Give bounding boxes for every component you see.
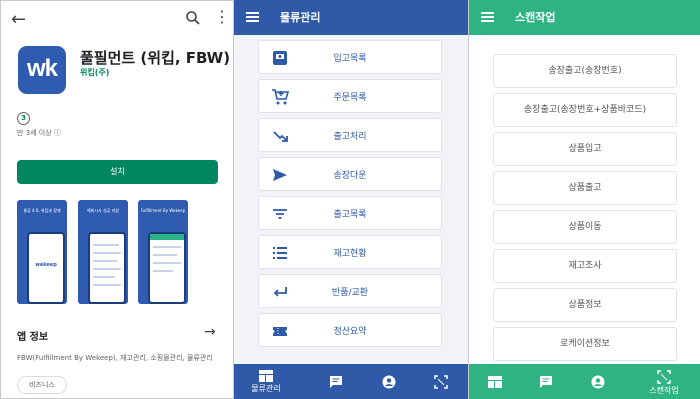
screenshot-brand: wekeep xyxy=(35,262,57,268)
bottom-nav: 물류관리 xyxy=(234,364,468,399)
ticket-icon xyxy=(273,327,287,336)
cart-icon xyxy=(272,89,289,105)
return-icon xyxy=(273,287,287,297)
logistics-header: 물류관리 xyxy=(234,0,468,35)
scan-header: 스캔작업 xyxy=(469,0,700,35)
nav-label: 스캔작업 xyxy=(649,386,679,395)
app-screenshot-2[interactable]: 해외시사 성공 지원 xyxy=(78,200,128,304)
account-icon xyxy=(591,375,605,389)
menu-item-inventory-status[interactable]: 재고현황 xyxy=(258,235,442,269)
scan-icon xyxy=(434,375,448,389)
content-rating-badge: 3 xyxy=(17,112,30,125)
menu-item-label: 출고목록 xyxy=(333,210,367,220)
menu-icon[interactable] xyxy=(481,12,494,22)
menu-item-order-list[interactable]: 주문목록 xyxy=(258,79,442,113)
scan-item-invoice-outbound[interactable]: 송장출고(송장번호) xyxy=(493,54,677,88)
nav-chat[interactable] xyxy=(326,364,346,399)
content-rating-label[interactable]: 만 3세 이상 ⓘ xyxy=(17,128,61,138)
search-icon[interactable] xyxy=(185,10,201,26)
app-description: FBW(Fulfillment By Wekeep), 재고관리, 소핑몰관리,… xyxy=(17,354,213,362)
page-title: 물류관리 xyxy=(280,11,321,24)
scan-panel: 스캔작업 송장출고(송장번호) 송장출고(송장번호+상품바코드) 상품입고 상품… xyxy=(468,0,700,399)
app-title: 풀필먼트 (위킵, FBW) xyxy=(80,49,231,67)
chat-icon xyxy=(540,376,552,388)
send-icon xyxy=(273,169,287,181)
more-vert-icon[interactable]: ⋮ xyxy=(214,9,230,25)
menu-item-label: 재고현황 xyxy=(333,249,367,259)
chat-icon xyxy=(330,376,342,388)
developer-link[interactable]: 위킵(주) xyxy=(80,67,109,78)
menu-item-label: 정산요약 xyxy=(333,327,367,337)
app-screenshot-1[interactable]: 물류 4.0, 위킵과 함께 wekeep xyxy=(17,200,67,304)
scan-icon xyxy=(657,370,671,384)
screenshot-caption: 물류 4.0, 위킵과 함께 xyxy=(23,208,61,213)
menu-item-invoice-download[interactable]: 송장다운 xyxy=(258,157,442,191)
nav-label: 물류관리 xyxy=(251,384,281,393)
menu-item-inbound-list[interactable]: 입고목록 xyxy=(258,40,442,74)
menu-item-label: 입고목록 xyxy=(333,54,367,64)
screenshot-phone xyxy=(88,232,126,304)
menu-item-label: 주문목록 xyxy=(333,93,367,103)
app-logo: wk xyxy=(18,46,66,94)
app-screenshot-3[interactable]: Fulfillment By Wekeep xyxy=(138,200,188,304)
nav-account[interactable] xyxy=(588,364,608,399)
install-button[interactable]: 설치 xyxy=(17,160,218,184)
menu-icon[interactable] xyxy=(246,12,259,22)
back-arrow-icon[interactable]: ← xyxy=(11,9,26,30)
account-icon xyxy=(382,375,396,389)
arrow-right-icon[interactable]: → xyxy=(204,324,216,340)
screenshot-caption: 해외시사 성공 지원 xyxy=(87,208,119,213)
filter-icon xyxy=(273,209,287,219)
scan-item-product-inbound[interactable]: 상품입고 xyxy=(493,132,677,166)
menu-item-outbound-list[interactable]: 출고목록 xyxy=(258,196,442,230)
scan-item-product-outbound[interactable]: 상품출고 xyxy=(493,171,677,205)
category-chip[interactable]: 비즈니스 xyxy=(17,376,67,394)
dashboard-icon xyxy=(488,376,502,388)
menu-item-label: 출고처리 xyxy=(333,132,367,142)
inbox-icon xyxy=(273,51,287,65)
menu-item-return-exchange[interactable]: 반품/교환 xyxy=(258,274,442,308)
nav-logistics[interactable] xyxy=(485,364,505,399)
screenshot-caption: Fulfillment By Wekeep xyxy=(140,208,186,213)
menu-item-label: 반품/교환 xyxy=(331,288,369,298)
nav-account[interactable] xyxy=(379,364,399,399)
trend-arrow-icon xyxy=(273,131,288,142)
scan-item-invoice-barcode-outbound[interactable]: 송장출고(송장번호+상품바코드) xyxy=(493,93,677,127)
nav-chat[interactable] xyxy=(536,364,556,399)
menu-item-outbound-process[interactable]: 출고처리 xyxy=(258,118,442,152)
scan-item-location-info[interactable]: 로케이션정보 xyxy=(493,327,677,361)
bottom-nav: 스캔작업 xyxy=(469,364,700,399)
screenshot-phone xyxy=(148,232,186,304)
list-icon xyxy=(273,247,287,259)
playstore-panel: ← ⋮ wk 풀필먼트 (위킵, FBW) 위킵(주) 3 만 3세 이상 ⓘ … xyxy=(0,0,234,399)
scan-item-product-info[interactable]: 상품정보 xyxy=(493,288,677,322)
app-info-heading: 앱 정보 xyxy=(17,332,49,343)
dashboard-icon xyxy=(259,370,273,382)
nav-scan[interactable]: 스캔작업 xyxy=(641,364,687,399)
screenshot-phone: wekeep xyxy=(27,232,65,304)
playstore-toolbar: ← ⋮ xyxy=(1,1,233,37)
scan-item-stocktake[interactable]: 재고조사 xyxy=(493,249,677,283)
nav-scan[interactable] xyxy=(431,364,451,399)
menu-item-settlement-summary[interactable]: 정산요약 xyxy=(258,313,442,347)
page-title: 스캔작업 xyxy=(515,11,556,24)
scan-item-product-move[interactable]: 상품이동 xyxy=(493,210,677,244)
nav-logistics[interactable]: 물류관리 xyxy=(244,364,288,399)
logistics-panel: 물류관리 입고목록 주문목록 출고처리 송장다운 출고목록 재고현황 반품/교환… xyxy=(234,0,468,399)
menu-item-label: 송장다운 xyxy=(333,171,367,181)
